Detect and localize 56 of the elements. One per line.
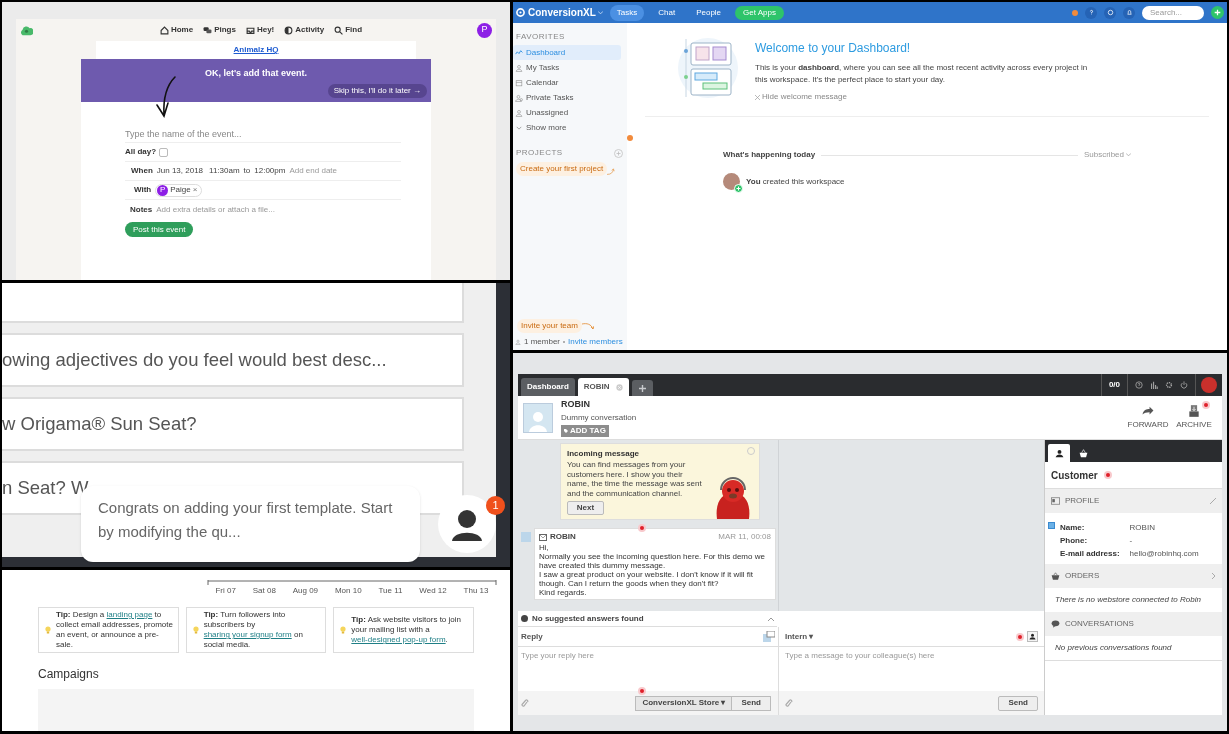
axis-label: Aug 09	[292, 585, 319, 597]
sidebar-heading: PROJECTS	[516, 147, 564, 159]
empty-note: There is no webstore connected to Robin	[1055, 594, 1201, 606]
sender-name: ROBIN	[550, 531, 576, 543]
welcome-title: Welcome to your Dashboard!	[755, 40, 912, 57]
activity-text: You created this workspace	[746, 175, 845, 188]
message-line: I saw a great product on your website. I don't know if it will fit though. Can I return the goods when they don't fit?	[539, 570, 755, 588]
field-label: to	[243, 165, 251, 177]
field-label: With	[134, 184, 152, 196]
contact-subtitle: Dummy conversation	[561, 412, 637, 425]
field-value: -	[1129, 535, 1134, 547]
section-title: ORDERS	[1065, 570, 1101, 582]
axis-label: Mon 10	[334, 585, 362, 597]
banner-title: OK, let's add that event.	[204, 67, 308, 80]
member-count: 1 member	[524, 335, 560, 348]
axis-label: Fri 07	[215, 585, 236, 597]
axis-label: Tue 11	[378, 585, 403, 597]
empty-note: No previous conversations found	[1055, 642, 1172, 654]
field-label: E-mail address:	[1060, 548, 1120, 560]
sidebar-heading: FAVORITES	[515, 31, 566, 43]
message-line: Normally you see the incoming question here. For this demo we have created this dummy message.	[539, 552, 766, 570]
field-label: Notes	[130, 203, 153, 216]
section-title: CONVERSATIONS	[1065, 618, 1135, 630]
question-text: w Origama® Sun Seat?	[2, 412, 197, 437]
field-label: Name:	[1060, 522, 1086, 534]
field-value: ROBIN	[1129, 522, 1156, 534]
axis-label: Sat 08	[252, 585, 276, 597]
hint-label: Invite your team	[517, 319, 582, 333]
compose-label: Reply	[521, 630, 544, 643]
question-text: owing adjectives do you feel would best desc...	[2, 348, 387, 373]
field-label: Phone:	[1060, 535, 1089, 547]
contact-name: ROBIN	[561, 397, 591, 411]
axis-label: Thu 13	[463, 585, 489, 597]
chip-avatar: P	[157, 184, 169, 196]
message-line: Hi,	[539, 543, 550, 552]
suggestions-text: No suggested answers found	[532, 612, 645, 625]
field-value: hello@robinhq.com	[1129, 548, 1199, 560]
welcome-text: This is your dashboard, where you can see all the most recent activity across every project in this workspace. It's the perfect place to start your day.	[755, 62, 1089, 86]
bubble-text: Congrats on adding your first template. Start by modifying the qu...	[98, 498, 394, 542]
tip-text: Tip: Turn followers into subscribers by sharing your signup form on social media.	[203, 610, 304, 650]
section-heading: Campaigns	[38, 666, 100, 683]
tooltip-text: You can find messages from your customers here. I show you their name, the time the message was sent and the communication channel.	[567, 460, 703, 498]
tip-text: Tip: Design a landing page to collect email addresses, promote an event, or announce a pre-sale.	[56, 610, 174, 650]
customer-heading: Customer	[1051, 468, 1098, 483]
message-line: Kind regards.	[539, 588, 588, 597]
section-title: PROFILE	[1065, 495, 1101, 507]
tip-text: Tip: Ask website visitors to join your mailing list with a well-designed pop-up form.	[351, 615, 462, 645]
tooltip-title: Incoming message	[567, 448, 640, 460]
field-label: When	[131, 165, 153, 177]
feed-title: What's happening today	[723, 149, 816, 161]
hint-label: Create your first project	[516, 162, 608, 176]
message-time: MAR 11, 00:08	[718, 531, 771, 543]
chip-name: Paige	[170, 184, 191, 196]
field-label: All day?	[125, 146, 157, 158]
counter: 0/0	[1100, 374, 1127, 396]
axis-label: Wed 12	[419, 585, 447, 597]
